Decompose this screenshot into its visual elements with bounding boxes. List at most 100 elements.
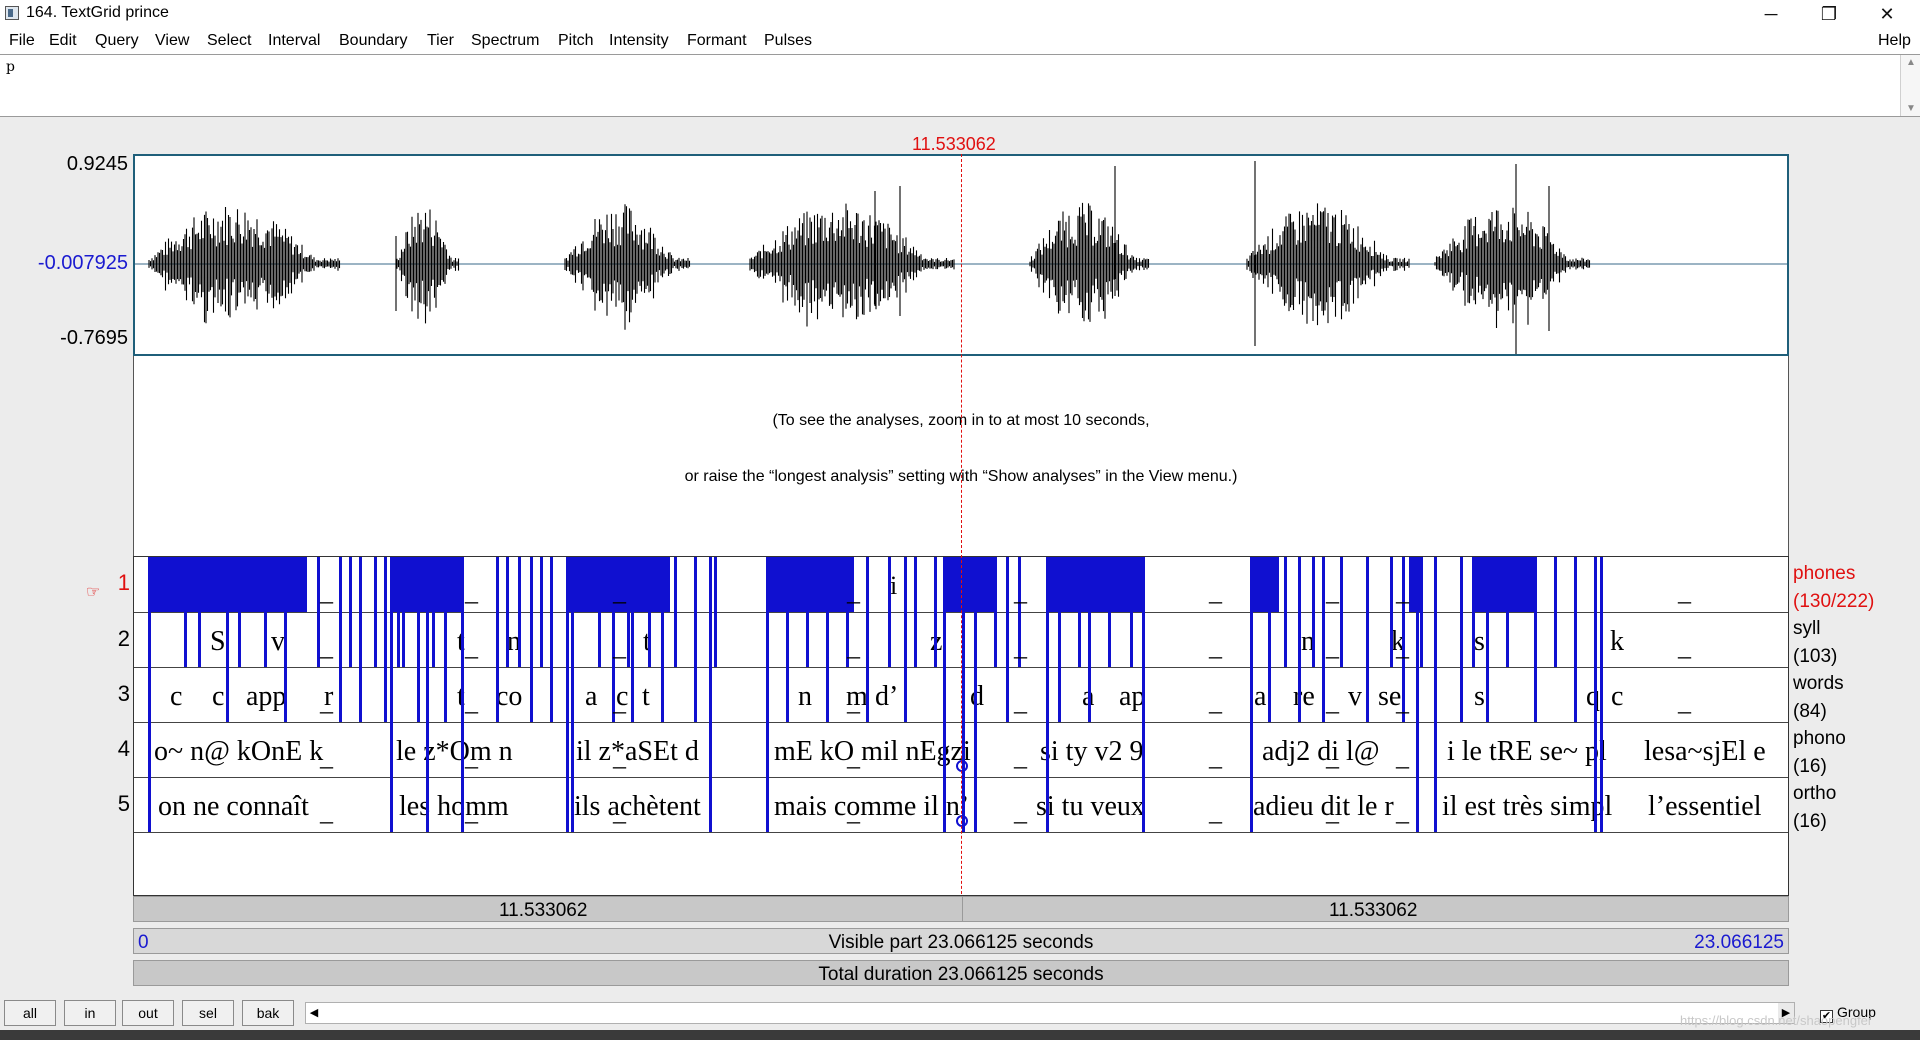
tier-boundary[interactable] [530, 557, 533, 722]
zoom-all-button[interactable]: all [4, 1000, 56, 1026]
tier-boundary[interactable] [627, 557, 630, 667]
tier-boundary[interactable] [359, 557, 362, 722]
scroll-up-icon[interactable]: ▲ [1901, 57, 1920, 68]
tier-boundary[interactable] [1268, 557, 1271, 722]
menu-pulses[interactable]: Pulses [764, 32, 812, 50]
tier-boundary[interactable] [349, 557, 352, 667]
tier-boundary[interactable] [806, 557, 809, 667]
tier-boundary[interactable] [374, 557, 377, 667]
tier-number-4[interactable]: 4 [92, 736, 130, 762]
text-field-scrollbar[interactable]: ▲ ▼ [1900, 55, 1920, 116]
tier-boundary[interactable] [766, 557, 769, 832]
menu-boundary[interactable]: Boundary [339, 32, 408, 50]
tier-boundary[interactable] [1434, 557, 1437, 832]
tier-boundary[interactable] [866, 557, 869, 722]
menu-edit[interactable]: Edit [49, 32, 77, 50]
tier-boundary[interactable] [1322, 557, 1325, 722]
tier-boundary[interactable] [598, 557, 601, 667]
tier-boundary[interactable] [962, 557, 965, 832]
tier-boundary[interactable] [1366, 557, 1369, 722]
selection-duration-row[interactable]: 11.533062 11.533062 [133, 896, 1789, 922]
tier-boundary[interactable] [518, 557, 521, 667]
tier-boundary[interactable] [304, 557, 307, 612]
tier-boundary[interactable] [1472, 557, 1534, 612]
tier-name-phono[interactable]: phono (16) [1793, 725, 1846, 781]
tier-boundary[interactable] [571, 557, 574, 832]
tier-boundary[interactable] [566, 557, 569, 832]
tier-boundary[interactable] [384, 557, 387, 722]
tier-boundary[interactable] [1058, 557, 1061, 722]
tier-boundary[interactable] [1472, 557, 1475, 667]
menu-tier[interactable]: Tier [427, 32, 454, 50]
tier-boundary[interactable] [709, 557, 712, 832]
tier-boundary[interactable] [934, 557, 937, 667]
total-duration-row[interactable]: Total duration 23.066125 seconds [133, 960, 1789, 986]
tier-boundary[interactable] [1088, 557, 1091, 722]
tier-boundary[interactable] [1416, 557, 1419, 832]
tier-boundary[interactable] [402, 557, 405, 667]
menu-pitch[interactable]: Pitch [558, 32, 594, 50]
menu-file[interactable]: File [9, 32, 35, 50]
tier-boundary[interactable] [432, 557, 435, 667]
tier-boundary[interactable] [914, 557, 917, 667]
tier-boundary[interactable] [648, 557, 651, 667]
tier-boundary[interactable] [506, 557, 509, 667]
zoom-out-button[interactable]: out [122, 1000, 174, 1026]
tier-boundary[interactable] [1046, 557, 1049, 832]
tier-boundary[interactable] [1594, 557, 1597, 832]
tier-boundary[interactable] [1600, 557, 1603, 832]
menu-query[interactable]: Query [95, 32, 139, 50]
tier-boundary[interactable] [888, 557, 891, 667]
menu-spectrum[interactable]: Spectrum [471, 32, 539, 50]
tier-boundary[interactable] [1252, 557, 1279, 612]
tier-boundary[interactable] [198, 557, 201, 667]
tier-boundary[interactable] [166, 557, 169, 612]
tier-boundary[interactable] [1078, 557, 1081, 667]
tier-boundary[interactable] [496, 557, 499, 722]
tier-boundary[interactable] [631, 557, 634, 722]
tier-boundary[interactable] [1130, 557, 1133, 667]
tier-boundary[interactable] [1554, 557, 1557, 667]
tier-boundary[interactable] [1312, 557, 1315, 667]
menu-intensity[interactable]: Intensity [609, 32, 669, 50]
tier-boundary[interactable] [540, 557, 543, 667]
tier-boundary[interactable] [417, 557, 420, 722]
tier-boundary[interactable] [238, 557, 241, 667]
tier-boundary[interactable] [264, 557, 267, 667]
tier-boundary[interactable] [184, 557, 187, 667]
tier-boundary[interactable] [444, 557, 447, 722]
tier-boundary[interactable] [1534, 557, 1537, 722]
tier-boundary[interactable] [1460, 557, 1463, 722]
tier-boundary[interactable] [766, 557, 854, 612]
tier-boundary[interactable] [1486, 557, 1489, 722]
tier-boundary[interactable] [826, 557, 829, 722]
menu-select[interactable]: Select [207, 32, 251, 50]
tier-name-words[interactable]: words (84) [1793, 670, 1844, 726]
zoom-selection-button[interactable]: sel [182, 1000, 234, 1026]
tier-boundary[interactable] [1506, 557, 1509, 667]
tier-boundary[interactable] [461, 557, 464, 832]
tier-boundary[interactable] [1142, 557, 1145, 832]
tier-boundary[interactable] [944, 557, 994, 612]
menu-interval[interactable]: Interval [268, 32, 320, 50]
tier-boundary[interactable] [1108, 557, 1111, 667]
tier-number-3[interactable]: 3 [92, 681, 130, 707]
tier-boundary[interactable] [390, 557, 393, 832]
scroll-left-icon[interactable]: ◀ [306, 1003, 322, 1023]
tier-boundary[interactable] [226, 557, 229, 722]
tier-boundary[interactable] [786, 557, 789, 722]
interval-text-field[interactable]: p ▲ ▼ [0, 54, 1920, 117]
tier-name-syll[interactable]: syll (103) [1793, 615, 1837, 671]
tier-boundary[interactable] [1298, 557, 1301, 722]
close-button[interactable]: ✕ [1858, 0, 1916, 28]
scroll-down-icon[interactable]: ▼ [1901, 103, 1920, 114]
tier-boundary[interactable] [974, 557, 977, 832]
time-scrollbar[interactable]: ◀ ▶ [305, 1002, 1795, 1024]
tier-boundary[interactable] [284, 557, 287, 722]
tier-boundary[interactable] [1340, 557, 1343, 667]
visible-part-row[interactable]: 0 Visible part 23.066125 seconds 23.0661… [133, 928, 1789, 954]
minimize-button[interactable]: ─ [1742, 0, 1800, 28]
tier-boundary[interactable] [694, 557, 697, 722]
tier-boundary[interactable] [714, 557, 717, 667]
tier-boundary[interactable] [661, 557, 664, 722]
